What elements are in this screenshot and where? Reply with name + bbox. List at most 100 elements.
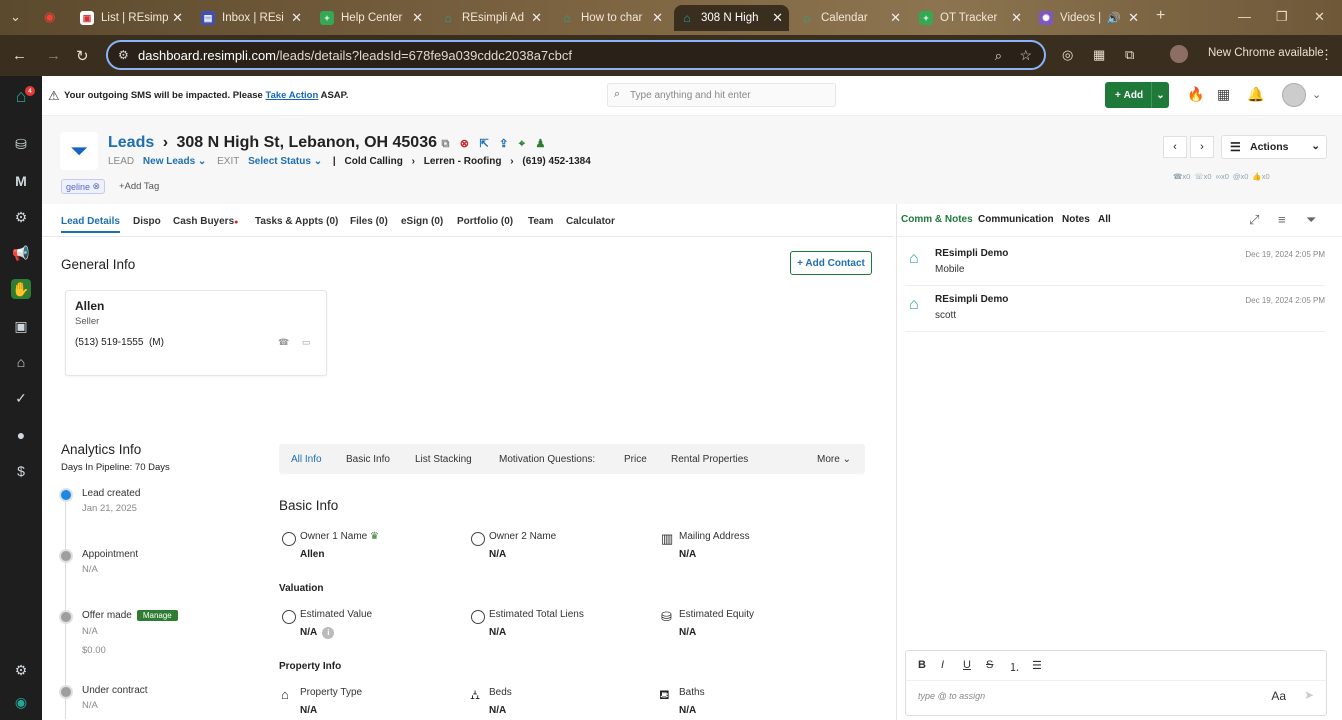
expand-icon[interactable]: ⤢ [1249, 212, 1259, 228]
user-icon[interactable]: ● [11, 425, 31, 445]
info-tab-all[interactable]: All Info [291, 454, 322, 465]
strikethrough-icon[interactable]: S [986, 659, 993, 671]
forward-icon[interactable]: → [46, 47, 61, 64]
tab-cash-buyers[interactable]: Cash Buyers● [173, 216, 238, 227]
tab-tasks-appts[interactable]: Tasks & Appts (0) [255, 216, 338, 227]
reload-icon[interactable]: ↻ [76, 47, 89, 65]
extension-icon[interactable]: ▦ [1093, 47, 1105, 63]
sort-icon[interactable]: ≡ [1278, 212, 1286, 227]
tab-comm-notes[interactable]: Comm & Notes [901, 214, 973, 225]
info-tab-basic[interactable]: Basic Info [346, 454, 390, 465]
dollar-icon[interactable]: $ [11, 461, 31, 481]
calendar-icon[interactable]: ▦ [1217, 86, 1230, 103]
mail-icon[interactable]: M [11, 171, 31, 191]
chevron-down-icon[interactable]: ⌄ [1312, 88, 1321, 101]
settings-icon[interactable]: ⚙ [11, 660, 31, 680]
add-button[interactable]: + Add ⌄ [1105, 82, 1169, 108]
address-bar[interactable]: ⚙ dashboard.resimpli.com/leads/details?l… [106, 40, 1046, 70]
filter-icon[interactable]: ⏷ [1306, 212, 1316, 228]
tab-communication[interactable]: Communication [978, 214, 1054, 225]
message-icon[interactable]: ▭ [302, 337, 311, 348]
minimize-icon[interactable]: — [1238, 9, 1251, 24]
info-tab-rental[interactable]: Rental Properties [671, 454, 748, 465]
actions-dropdown[interactable]: ☰ Actions ⌄ [1221, 135, 1327, 159]
info-tab-motivation[interactable]: Motivation Questions: [499, 454, 595, 465]
close-icon[interactable]: ✕ [652, 10, 663, 26]
copy-icon[interactable]: ⧉ [441, 138, 449, 150]
info-tab-list-stacking[interactable]: List Stacking [415, 454, 472, 465]
extensions-puzzle-icon[interactable]: ⧉ [1125, 47, 1134, 63]
info-tab-more[interactable]: More ⌄ [817, 454, 851, 465]
close-icon[interactable]: ✕ [772, 10, 783, 26]
zoom-search-icon[interactable]: ⌕ [995, 48, 1002, 64]
chrome-update-label[interactable]: New Chrome available [1208, 47, 1324, 59]
contact-phone[interactable]: (513) 519-1555 [75, 337, 143, 348]
browser-tab[interactable]: ⌂ REsimpli Ad ✕ [435, 5, 548, 31]
tab-search-icon[interactable]: ⌄ [10, 9, 21, 25]
underline-icon[interactable]: U [963, 659, 971, 671]
close-icon[interactable]: ✕ [1011, 10, 1022, 26]
new-tab-icon[interactable]: + [1156, 7, 1165, 25]
external-link-icon[interactable]: ⇱ [479, 138, 488, 150]
extension-icon[interactable]: ◎ [1062, 47, 1073, 63]
info-icon[interactable]: i [322, 627, 335, 639]
help-icon[interactable]: ◉ [11, 692, 31, 712]
share-icon[interactable]: ⇪ [499, 138, 508, 150]
note-item[interactable]: ⌂ REsimpli Demo scott Dec 19, 2024 2:05 … [905, 286, 1325, 332]
bold-icon[interactable]: B [918, 659, 926, 671]
profile-avatar[interactable] [1170, 45, 1188, 63]
close-icon[interactable]: ✕ [172, 10, 183, 26]
tab-team[interactable]: Team [528, 216, 553, 227]
check-circle-icon[interactable]: ✓ [11, 388, 31, 408]
home-icon[interactable]: ⌂ [11, 352, 31, 372]
close-icon[interactable]: ✕ [890, 10, 901, 26]
close-icon[interactable]: ✕ [531, 10, 542, 26]
take-action-link[interactable]: Take Action [266, 90, 319, 101]
browser-tab[interactable]: ▤ Inbox | REsi ✕ [195, 5, 308, 31]
tag-chip[interactable]: geline ⊗ [61, 179, 106, 194]
browser-tab[interactable]: ▣ List | REsimp ✕ [74, 5, 189, 31]
tab-all[interactable]: All [1098, 214, 1111, 225]
browser-tab[interactable]: ⌂ Calendar ✕ [794, 5, 907, 31]
note-item[interactable]: ⌂ REsimpli Demo Mobile Dec 19, 2024 2:05… [905, 240, 1325, 286]
lead-status-select[interactable]: New Leads ⌄ [143, 156, 206, 167]
delete-icon[interactable]: ⊗ [460, 138, 469, 150]
info-tab-price[interactable]: Price [624, 454, 647, 465]
database-icon[interactable]: ⛁ [11, 134, 31, 154]
close-icon[interactable]: ✕ [412, 10, 423, 26]
note-input[interactable]: type @ to assign Aa ➤ [906, 680, 1326, 715]
fire-icon[interactable]: 🔥 [1187, 86, 1204, 103]
maximize-icon[interactable]: ❐ [1276, 9, 1288, 25]
next-lead-button[interactable]: › [1190, 136, 1214, 158]
send-icon[interactable]: ➤ [1304, 688, 1314, 702]
breadcrumb-leads-link[interactable]: Leads [108, 134, 154, 151]
megaphone-icon[interactable]: 📢 [11, 243, 31, 263]
tab-lead-details[interactable]: Lead Details [61, 216, 120, 233]
phone-icon[interactable]: ☎ [278, 337, 289, 348]
tab-files[interactable]: Files (0) [350, 216, 388, 227]
browser-tab[interactable]: + Help Center ✕ [314, 5, 429, 31]
tab-esign[interactable]: eSign (0) [401, 216, 443, 227]
browser-tab[interactable]: ✺ Videos | 🔊 ✕ [1033, 5, 1145, 31]
user-avatar[interactable] [1282, 83, 1306, 107]
manage-badge[interactable]: Manage [136, 610, 178, 621]
bullet-list-icon[interactable]: ☰ [1032, 659, 1042, 672]
site-info-icon[interactable]: ⚙ [118, 48, 129, 62]
bell-icon[interactable]: 🔔 [1247, 86, 1264, 103]
add-tag-link[interactable]: +Add Tag [119, 181, 159, 192]
tab-dispo[interactable]: Dispo [133, 216, 161, 227]
ordered-list-icon[interactable]: ⒈ [1009, 659, 1020, 675]
record-icon[interactable]: ◉ [44, 9, 55, 25]
previous-lead-button[interactable]: ‹ [1163, 136, 1187, 158]
italic-icon[interactable]: I [941, 659, 944, 671]
tab-calculator[interactable]: Calculator [566, 216, 615, 227]
tab-notes[interactable]: Notes [1062, 214, 1090, 225]
bookmark-star-icon[interactable]: ☆ [1019, 47, 1032, 64]
documents-icon[interactable]: ▣ [11, 316, 31, 336]
browser-tab[interactable]: + OT Tracker ✕ [913, 5, 1028, 31]
map-pin-icon[interactable]: ⌖ [519, 138, 525, 150]
browser-tab[interactable]: ⌂ How to char ✕ [554, 5, 669, 31]
back-icon[interactable]: ← [12, 47, 27, 64]
browser-tab-active[interactable]: ⌂ 308 N High ✕ [674, 5, 789, 31]
lead-phone[interactable]: (619) 452-1384 [522, 156, 590, 167]
